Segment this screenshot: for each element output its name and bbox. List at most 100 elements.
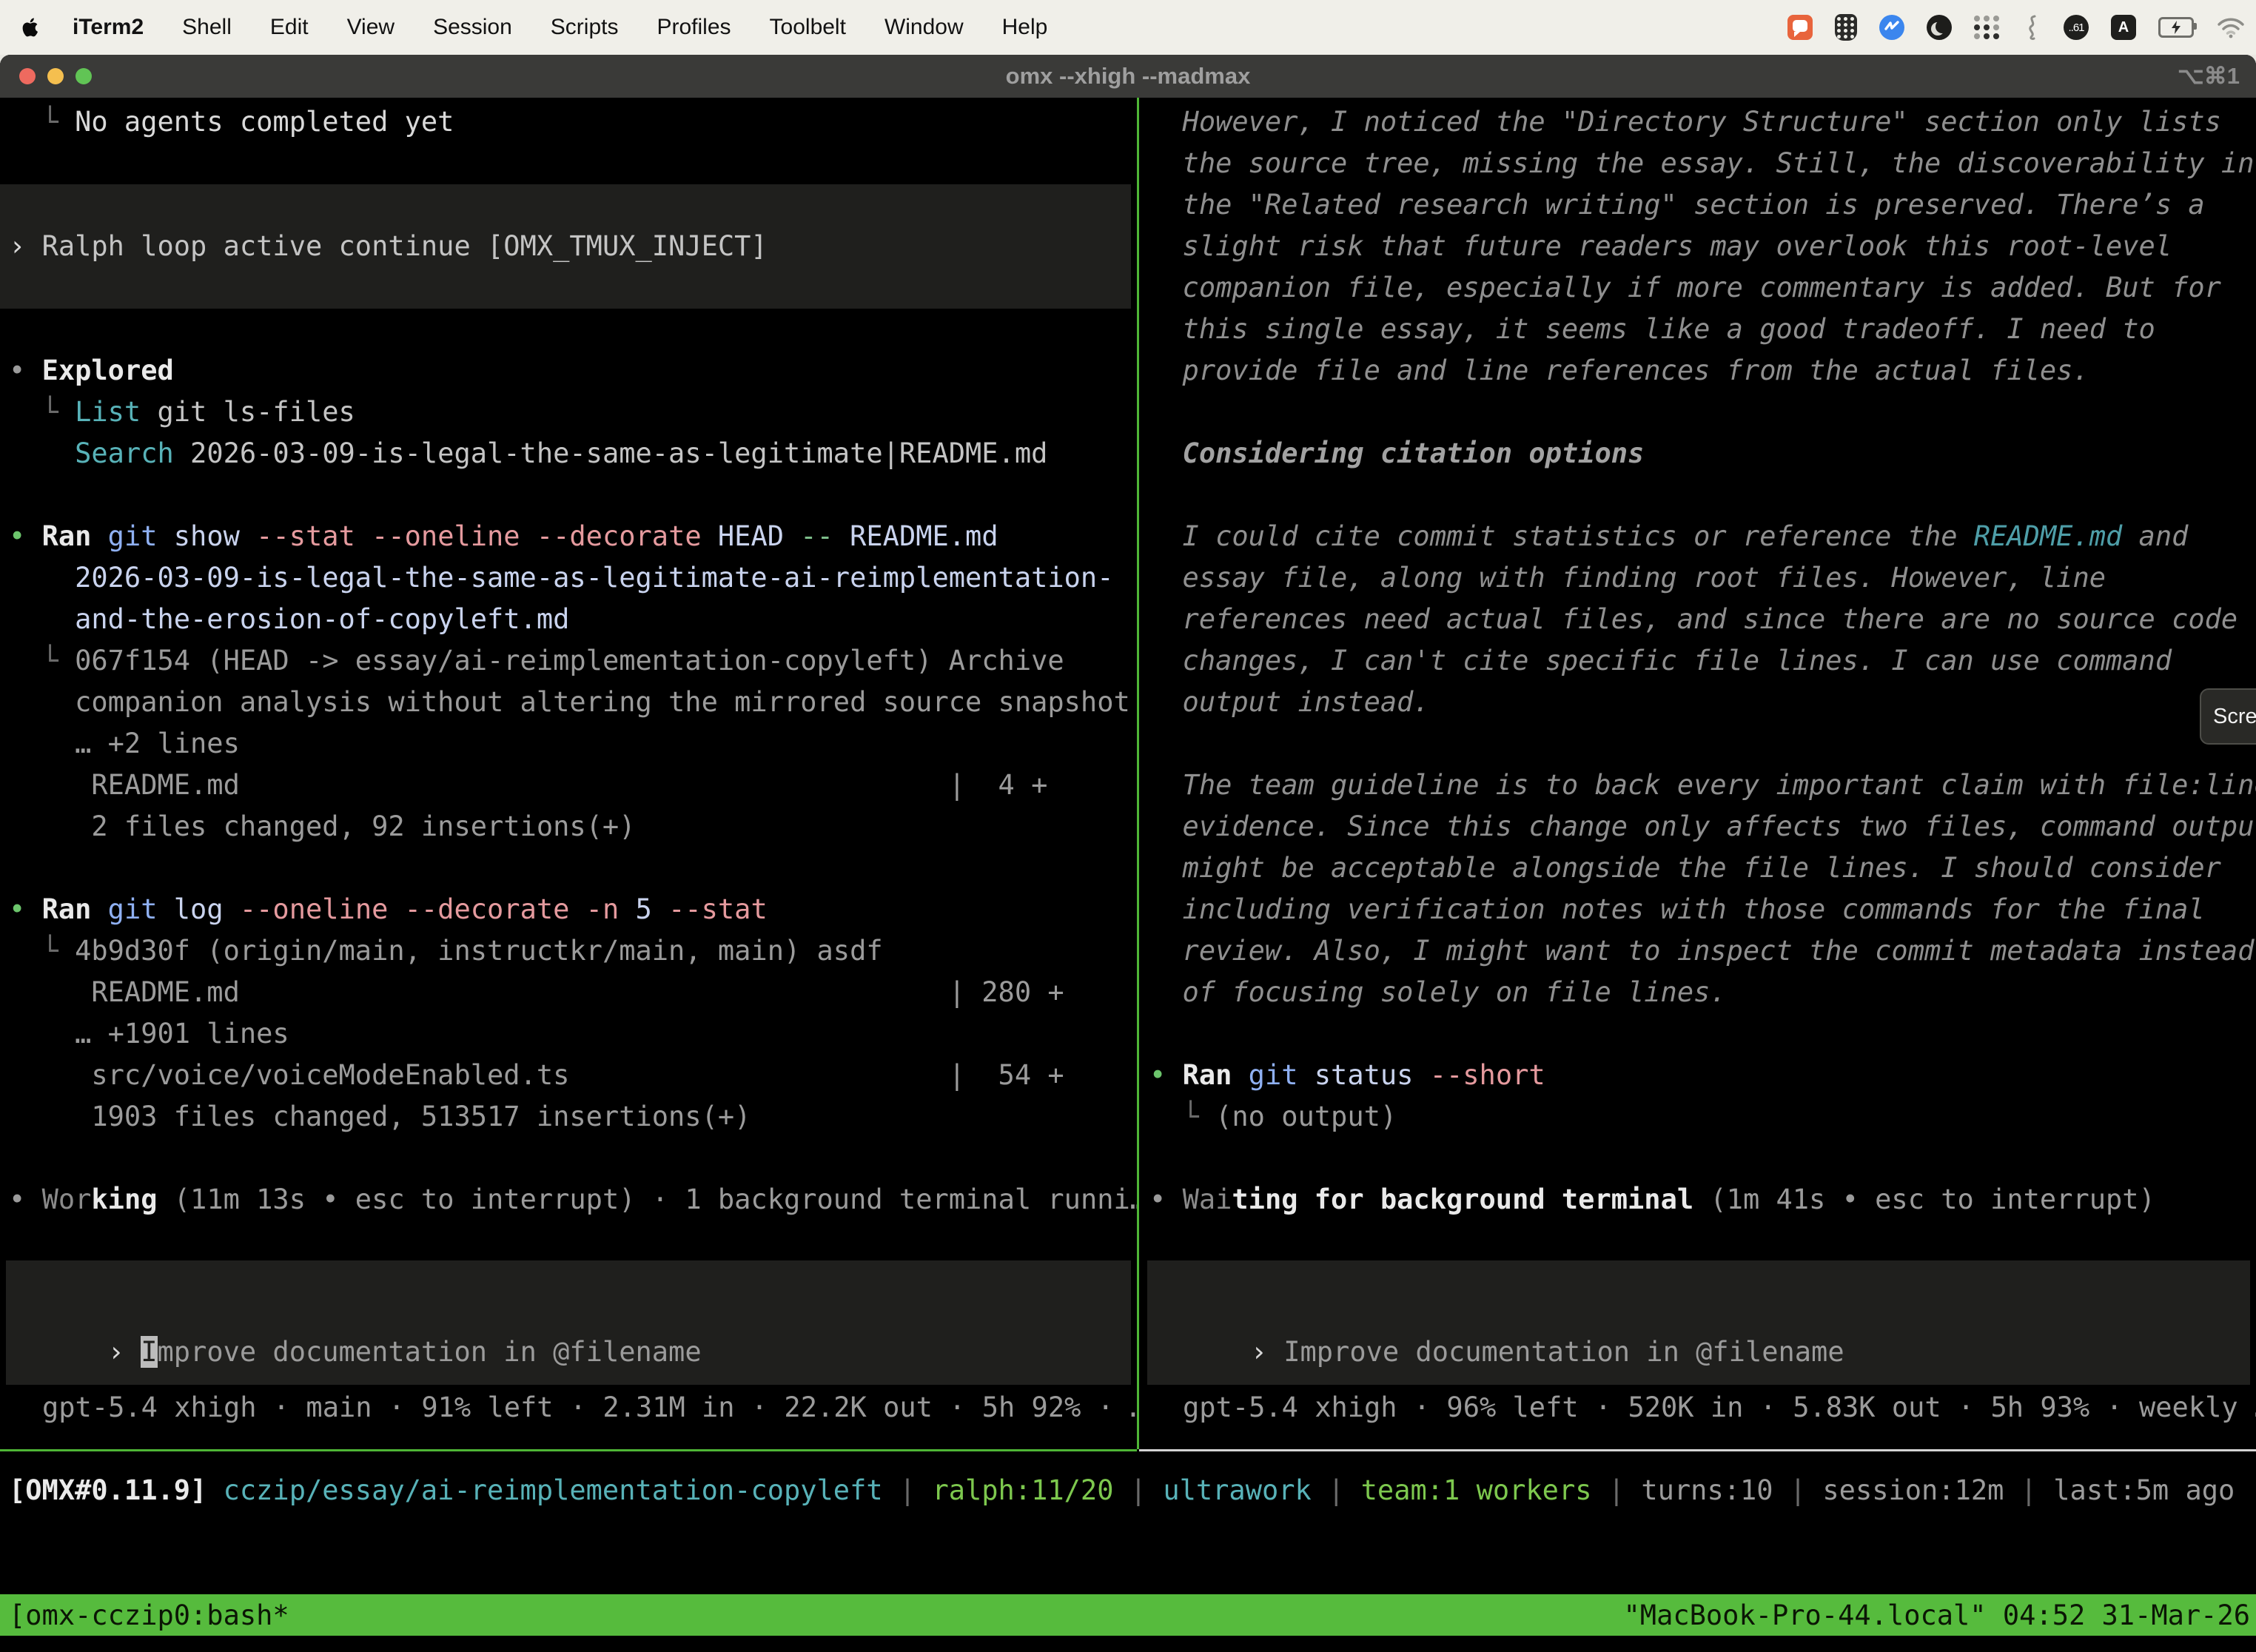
terminal-line: └ List git ls-files <box>0 392 1137 433</box>
terminal-line: evidence. Since this change only affects… <box>1139 806 2256 847</box>
terminal-line: Considering citation options <box>1139 433 2256 474</box>
terminal-line: essay file, along with finding root file… <box>1139 557 2256 599</box>
terminal-line: output instead. <box>1139 682 2256 723</box>
terminal-line: of focusing solely on file lines. <box>1139 972 2256 1013</box>
left-input-text: mprove documentation in @filename <box>158 1336 702 1368</box>
omx-status-segment: | <box>883 1474 933 1506</box>
terminal-line: provide file and line references from th… <box>1139 350 2256 392</box>
terminal-line: 1903 files changed, 513517 insertions(+) <box>0 1096 1137 1138</box>
terminal-line: the source tree, missing the essay. Stil… <box>1139 143 2256 184</box>
terminal-line: src/voice/voiceModeEnabled.ts | 54 + <box>0 1055 1137 1096</box>
title-bar[interactable]: omx --xhigh --madmax ⌥⌘1 <box>0 55 2256 98</box>
terminal-line: I could cite commit statistics or refere… <box>1139 516 2256 557</box>
record-icon[interactable] <box>1787 15 1813 40</box>
left-prompt-chevron: › <box>108 1336 141 1368</box>
iterm-window: omx --xhigh --madmax ⌥⌘1 └ No agents com… <box>0 55 2256 1652</box>
menu-item-shell[interactable]: Shell <box>182 15 232 40</box>
terminal-line: • Working (11m 13s • esc to interrupt) ·… <box>0 1179 1137 1220</box>
right-prompt-chevron: › <box>1251 1336 1284 1368</box>
omx-status-segment: [OMX#0.11.9] <box>9 1474 207 1506</box>
right-input-text: Improve documentation in @filename <box>1283 1336 1844 1368</box>
omx-status-segment: last:5m ago <box>2053 1474 2235 1506</box>
terminal-line <box>0 847 1137 889</box>
menu-item-session[interactable]: Session <box>433 15 512 40</box>
terminal-line: the "Related research writing" section i… <box>1139 184 2256 226</box>
terminal-line: slight risk that future readers may over… <box>1139 226 2256 267</box>
terminal-line <box>0 267 1131 309</box>
terminal-line: companion file, especially if more comme… <box>1139 267 2256 309</box>
terminal-line: … +1901 lines <box>0 1013 1137 1055</box>
terminal-line: └ 4b9d30f (origin/main, instructkr/main,… <box>0 930 1137 972</box>
terminal-line: • Explored <box>0 350 1137 392</box>
omx-status-segment: ultrawork <box>1163 1474 1311 1506</box>
terminal-line: might be acceptable alongside the file l… <box>1139 847 2256 889</box>
menu-item-iterm2[interactable]: iTerm2 <box>73 15 144 40</box>
terminal-line: › Ralph loop active continue [OMX_TMUX_I… <box>0 226 1131 267</box>
terminal-line <box>0 184 1131 226</box>
screen-overlay-button[interactable]: Scre <box>2200 688 2256 745</box>
menu-bar: iTerm2 Shell Edit View Session Scripts Profile… <box>0 0 2256 55</box>
right-terminal-pane[interactable]: However, I noticed the "Directory Struct… <box>1139 98 2256 1349</box>
terminal-line: └ (no output) <box>1139 1096 2256 1138</box>
moon-icon[interactable] <box>1927 15 1952 40</box>
tmux-session-label: [omx-cczip0:bash* <box>0 1599 289 1631</box>
omx-status-segment: team:1 workers <box>1361 1474 1592 1506</box>
omx-status-segment: | <box>1773 1474 1823 1506</box>
terminal-line: Search 2026-03-09-is-legal-the-same-as-l… <box>0 433 1137 474</box>
terminal-line: • Ran git status --short <box>1139 1055 2256 1096</box>
omx-status-segment: | <box>1114 1474 1164 1506</box>
left-model-status: gpt-5.4 xhigh · main · 91% left · 2.31M … <box>42 1387 1137 1428</box>
omx-status-segment: | <box>2004 1474 2053 1506</box>
battery-icon[interactable] <box>2158 17 2194 38</box>
tmux-host-clock: "MacBook-Pro-44.local" 04:52 31-Mar-26 <box>1624 1599 2256 1631</box>
terminal-line: The team guideline is to back every impo… <box>1139 765 2256 806</box>
terminal-line: including verification notes with those … <box>1139 889 2256 930</box>
omx-status-segment: turns:10 <box>1641 1474 1773 1506</box>
terminal-line: └ 067f154 (HEAD -> essay/ai-reimplementa… <box>0 640 1137 682</box>
left-prompt-input[interactable]: › Improve documentation in @filename <box>6 1260 1131 1385</box>
keypad-icon[interactable] <box>1835 14 1857 41</box>
wifi-icon[interactable] <box>2216 16 2246 38</box>
right-pane-bottom-border <box>1139 1449 2256 1451</box>
terminal-line <box>0 1138 1137 1179</box>
menu-item-view[interactable]: View <box>347 15 395 40</box>
terminal-line <box>1139 1138 2256 1179</box>
omx-status-segment: ralph:11/20 <box>932 1474 1113 1506</box>
terminal-line: review. Also, I might want to inspect th… <box>1139 930 2256 972</box>
menu-item-window[interactable]: Window <box>884 15 964 40</box>
terminal-line: README.md | 280 + <box>0 972 1137 1013</box>
left-input-cursor: I <box>141 1336 157 1368</box>
terminal-line <box>1139 392 2256 433</box>
left-terminal-pane[interactable]: └ No agents completed yet› Ralph loop ac… <box>0 98 1137 1349</box>
terminal-line: • Ran git show --stat --oneline --decora… <box>0 516 1137 557</box>
menu-item-edit[interactable]: Edit <box>270 15 309 40</box>
menu-item-scripts[interactable]: Scripts <box>551 15 619 40</box>
blue-badge-icon[interactable] <box>1879 15 1904 40</box>
menu-item-help[interactable]: Help <box>1002 15 1048 40</box>
tmux-status-bar: [omx-cczip0:bash* "MacBook-Pro-44.local"… <box>0 1594 2256 1636</box>
omx-status-segment: | <box>1312 1474 1361 1506</box>
terminal-line: and-the-erosion-of-copyleft.md <box>0 599 1137 640</box>
apple-menu-icon[interactable] <box>22 16 52 38</box>
menu-item-profiles[interactable]: Profiles <box>657 15 731 40</box>
terminal-line <box>1139 474 2256 516</box>
right-prompt-input[interactable]: › Improve documentation in @filename <box>1147 1260 2250 1385</box>
terminal-line <box>0 309 1137 350</box>
dots-grid-icon[interactable] <box>1974 16 2000 39</box>
terminal-line <box>1139 723 2256 765</box>
scribble-icon[interactable] <box>2022 14 2041 41</box>
terminal-line: … +2 lines <box>0 723 1137 765</box>
window-title: omx --xhigh --madmax <box>0 63 2256 90</box>
terminal-line <box>0 143 1137 184</box>
menu-items: iTerm2 Shell Edit View Session Scripts Profile… <box>73 15 1047 40</box>
omx-status-line: [OMX#0.11.9] cczip/essay/ai-reimplementa… <box>9 1470 2235 1511</box>
terminal-line <box>1139 1013 2256 1055</box>
terminal-line: changes, I can't cite specific file line… <box>1139 640 2256 682</box>
menu-item-toolbelt[interactable]: Toolbelt <box>770 15 846 40</box>
input-source-icon[interactable]: A <box>2111 15 2136 40</box>
omx-status-segment: session:12m <box>1822 1474 2004 1506</box>
omx-status-segment: | <box>1592 1474 1642 1506</box>
counter-badge-icon[interactable]: ..61 <box>2064 15 2089 40</box>
terminal-line: 2026-03-09-is-legal-the-same-as-legitima… <box>0 557 1137 599</box>
right-model-status: gpt-5.4 xhigh · 96% left · 520K in · 5.8… <box>1183 1387 2256 1428</box>
